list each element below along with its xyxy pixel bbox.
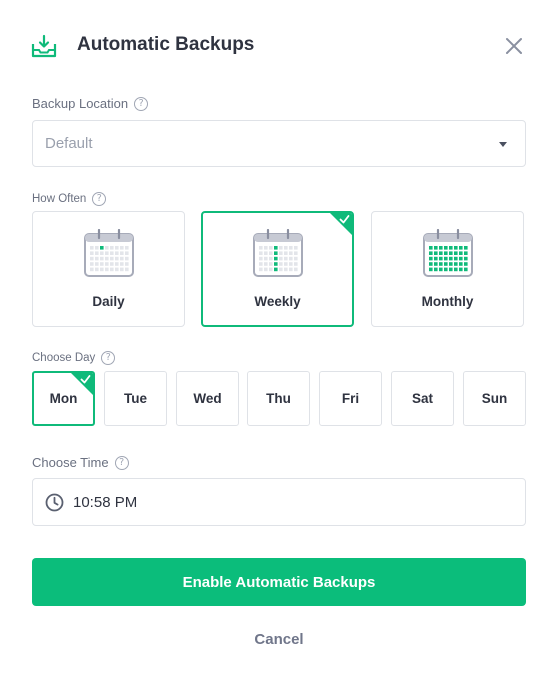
choose-time-label-text: Choose Time <box>32 455 109 470</box>
day-label: Sat <box>411 391 433 406</box>
day-label: Sun <box>481 391 508 406</box>
calendar-daily-icon <box>83 229 134 277</box>
download-tray-icon <box>31 34 57 58</box>
day-option-wed[interactable]: Wed <box>176 371 239 426</box>
time-input[interactable]: 10:58 PM <box>32 478 526 526</box>
choose-time-label: Choose Time ? <box>32 455 129 470</box>
time-value: 10:58 PM <box>73 493 138 511</box>
frequency-option-label: Daily <box>92 294 125 309</box>
how-often-label: How Often ? <box>32 192 107 206</box>
frequency-option-monthly[interactable]: Monthly <box>371 211 524 327</box>
caret-down-icon <box>499 142 507 147</box>
choose-day-label-text: Choose Day <box>32 352 96 364</box>
frequency-option-weekly[interactable]: Weekly <box>201 211 354 327</box>
clock-icon <box>45 493 64 511</box>
close-icon[interactable] <box>503 35 525 57</box>
backup-location-select[interactable]: Default <box>32 120 526 167</box>
help-icon[interactable]: ? <box>92 192 107 206</box>
day-option-fri[interactable]: Fri <box>319 371 382 426</box>
calendar-monthly-icon <box>422 229 473 277</box>
day-option-sun[interactable]: Sun <box>463 371 526 426</box>
enable-backups-button[interactable]: Enable Automatic Backups <box>32 558 526 606</box>
frequency-option-label: Weekly <box>254 294 301 309</box>
cancel-button[interactable]: Cancel <box>0 631 558 648</box>
check-icon <box>339 215 350 224</box>
day-option-tue[interactable]: Tue <box>104 371 167 426</box>
choose-day-label: Choose Day ? <box>32 351 116 365</box>
day-option-thu[interactable]: Thu <box>247 371 310 426</box>
frequency-option-daily[interactable]: Daily <box>32 211 185 327</box>
help-icon[interactable]: ? <box>114 455 129 470</box>
backup-location-label: Backup Location ? <box>32 96 149 111</box>
calendar-weekly-icon <box>252 229 303 277</box>
dialog-title: Automatic Backups <box>77 34 255 55</box>
day-label: Tue <box>124 391 147 406</box>
day-label: Wed <box>193 391 222 406</box>
backup-location-value: Default <box>45 135 93 152</box>
check-icon <box>80 375 91 384</box>
day-option-sat[interactable]: Sat <box>391 371 454 426</box>
day-label: Thu <box>266 391 291 406</box>
help-icon[interactable]: ? <box>134 96 149 111</box>
backup-location-label-text: Backup Location <box>32 96 129 111</box>
day-option-mon[interactable]: Mon <box>32 371 95 426</box>
day-label: Fri <box>341 391 360 406</box>
help-icon[interactable]: ? <box>101 351 116 365</box>
frequency-option-label: Monthly <box>421 294 474 309</box>
how-often-label-text: How Often <box>32 193 87 205</box>
